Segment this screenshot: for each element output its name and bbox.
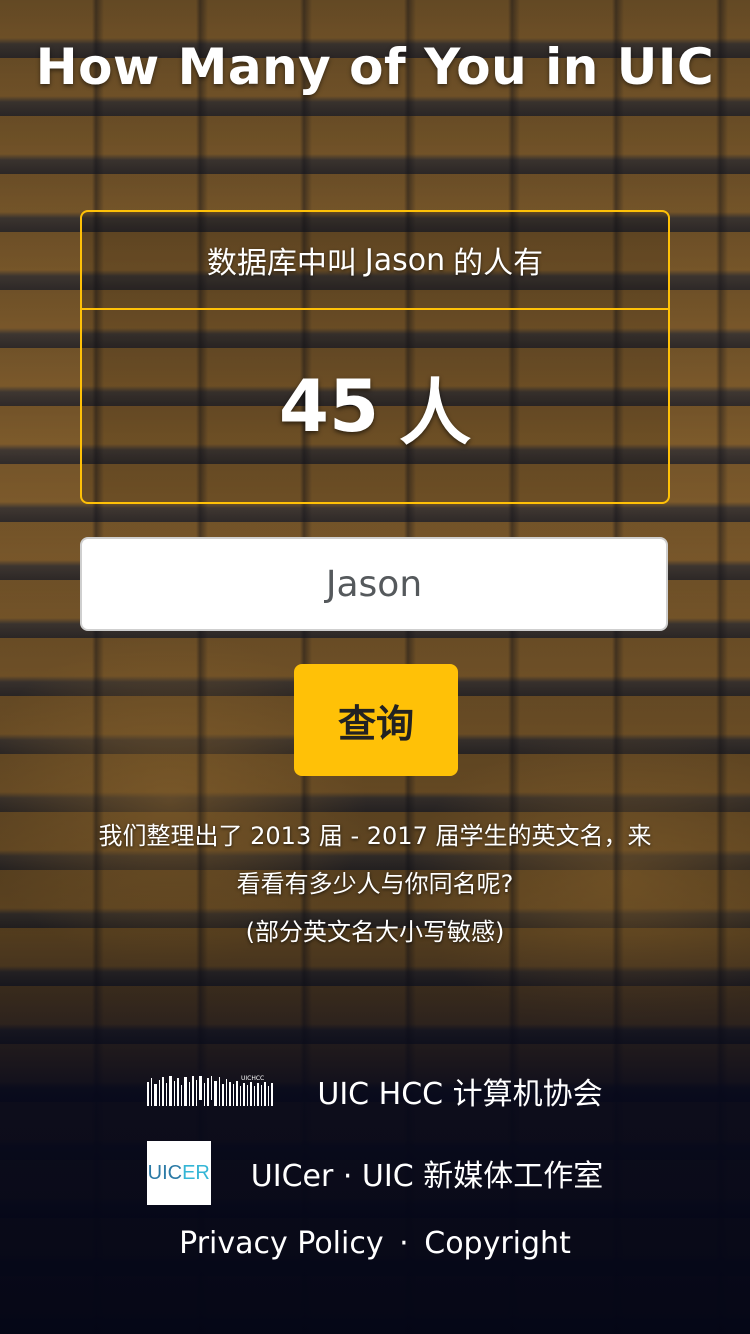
hcc-barcode-logo-icon: UICHCC [147,1075,274,1106]
result-label-suffix: 的人有 [453,246,544,281]
privacy-policy-link[interactable]: Privacy Policy [179,1226,383,1261]
main-content: How Many of You in UIC 数据库中叫 Jason 的人有 4… [0,0,750,1334]
description-line-1: 我们整理出了 2013 届 - 2017 届学生的英文名，来 [98,822,652,850]
uicer-logo-icon: UIC ER [146,1141,211,1205]
result-name: Jason [364,242,446,278]
hcc-credit: UICHCC UIC HCC 计算机协会 [0,1066,750,1116]
description-line-2: 看看有多少人与你同名呢? [236,870,514,898]
uicer-credit: UIC ER UICer · UIC 新媒体工作室 [0,1140,750,1206]
result-count: 45 人 [82,310,668,502]
count-unit: 人 [399,370,472,455]
count-value: 45 [278,364,380,448]
copyright-link[interactable]: Copyright [424,1226,571,1261]
page: How Many of You in UIC 数据库中叫 Jason 的人有 4… [0,0,750,1334]
search-button[interactable]: 查询 [294,664,458,776]
footer-links: Privacy Policy · Copyright [0,1226,750,1261]
footer-link-separator: · [399,1226,409,1261]
uicer-label: UICer · UIC 新媒体工作室 [250,1159,604,1194]
result-box: 数据库中叫 Jason 的人有 45 人 [80,210,670,504]
result-label: 数据库中叫 Jason 的人有 [82,212,668,310]
description-line-3: (部分英文名大小写敏感) [245,918,505,946]
name-search-input[interactable] [80,537,668,631]
result-label-prefix: 数据库中叫 [206,246,357,281]
description: 我们整理出了 2013 届 - 2017 届学生的英文名，来 看看有多少人与你同… [80,812,670,956]
uicer-logo-text-b: ER [182,1161,210,1184]
uicer-logo-text-a: UIC [147,1161,183,1184]
hcc-logo-text: UICHCC [241,1075,264,1082]
page-title: How Many of You in UIC [35,38,715,96]
hcc-label: UIC HCC 计算机协会 [317,1077,603,1112]
